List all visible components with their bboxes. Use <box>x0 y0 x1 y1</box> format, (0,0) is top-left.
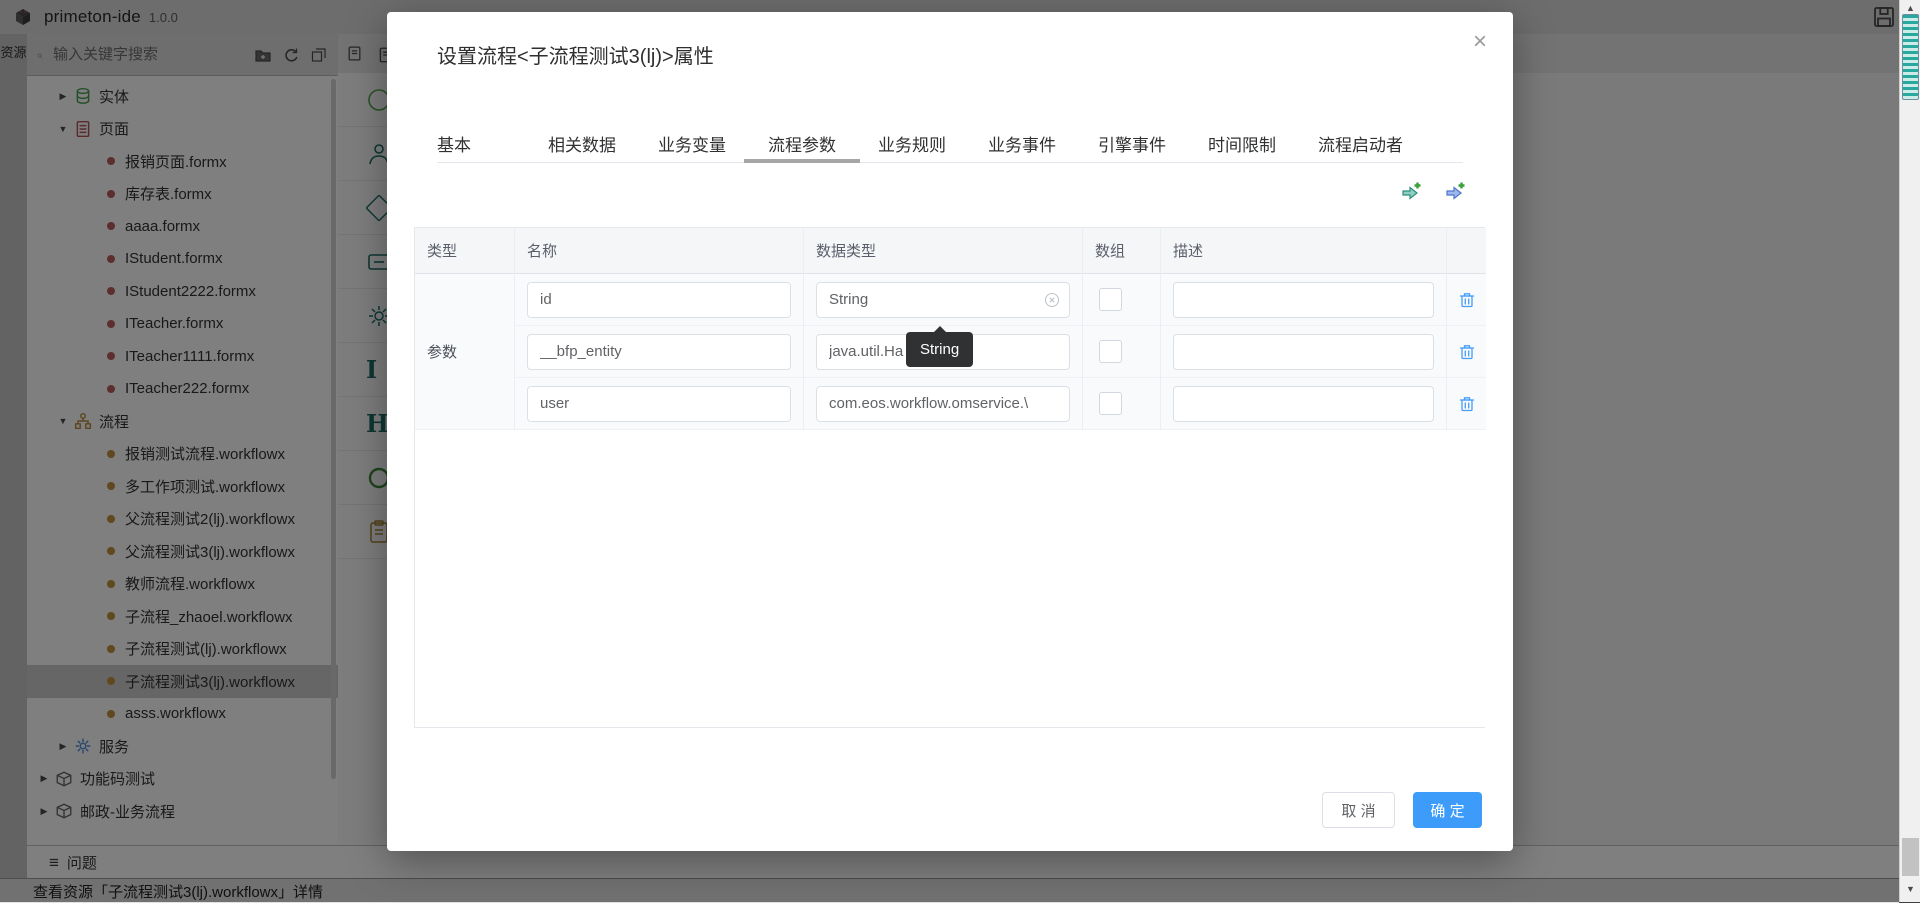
column-header: 类型 <box>415 228 515 274</box>
tooltip-text: String <box>920 341 959 358</box>
add-output-param-icon[interactable] <box>1444 182 1466 204</box>
table-empty-area <box>415 430 1486 727</box>
param-desc-input[interactable] <box>1173 334 1434 370</box>
array-checkbox[interactable] <box>1099 392 1122 415</box>
ok-button[interactable]: 确 定 <box>1413 792 1482 828</box>
array-checkbox[interactable] <box>1099 288 1122 311</box>
dialog-tab-7[interactable]: 引擎事件 <box>1098 124 1166 162</box>
properties-dialog: 设置流程<子流程测试3(lj)>属性 × 基本 相关数据 业务变量 流程参数 业务规则 业… <box>387 12 1513 851</box>
dialog-tab-2[interactable]: 相关数据 <box>548 124 616 162</box>
param-datatype-input[interactable] <box>816 282 1070 318</box>
param-desc-input[interactable] <box>1173 282 1434 318</box>
column-header: 名称 <box>515 228 804 274</box>
dialog-tab-8[interactable]: 时间限制 <box>1208 124 1276 162</box>
param-name-input[interactable] <box>527 282 791 318</box>
cancel-button[interactable]: 取 消 <box>1322 792 1395 828</box>
column-header: 数组 <box>1083 228 1161 274</box>
column-header <box>1447 228 1486 274</box>
scroll-down-icon[interactable]: ▼ <box>1900 884 1920 894</box>
dialog-tab-3[interactable]: 业务变量 <box>658 124 726 162</box>
dialog-tab-1[interactable]: 基本 <box>437 124 471 162</box>
clear-icon[interactable] <box>1044 292 1060 308</box>
array-checkbox[interactable] <box>1099 340 1122 363</box>
app-scrollbar[interactable]: ▲ ▼ <box>1899 0 1920 902</box>
params-table: 类型名称数据类型数组描述参数 <box>414 227 1485 728</box>
scroll-up-icon[interactable]: ▲ <box>1900 3 1920 13</box>
param-name-input[interactable] <box>527 386 791 422</box>
close-icon[interactable]: × <box>1473 30 1487 54</box>
delete-row-icon[interactable] <box>1458 395 1476 413</box>
dialog-tab-4[interactable]: 流程参数 <box>768 124 836 162</box>
column-header: 数据类型 <box>804 228 1083 274</box>
param-type-cell: 参数 <box>415 274 515 430</box>
dialog-tabs: 基本 相关数据 业务变量 流程参数 业务规则 业务事件 引擎事件 时间限制 流程启动者 <box>437 124 1463 163</box>
param-toolbar <box>1400 182 1466 204</box>
param-name-input[interactable] <box>527 334 791 370</box>
dialog-title: 设置流程<子流程测试3(lj)>属性 <box>437 40 714 69</box>
column-header: 描述 <box>1161 228 1447 274</box>
param-datatype-input[interactable] <box>816 386 1070 422</box>
delete-row-icon[interactable] <box>1458 291 1476 309</box>
dialog-tab-5[interactable]: 业务规则 <box>878 124 946 162</box>
dialog-tab-9[interactable]: 流程启动者 <box>1318 124 1403 162</box>
dialog-tab-6[interactable]: 业务事件 <box>988 124 1056 162</box>
add-input-param-icon[interactable] <box>1400 182 1422 204</box>
datatype-tooltip: String <box>906 332 973 367</box>
scrollbar-marker[interactable] <box>1902 14 1919 100</box>
param-desc-input[interactable] <box>1173 386 1434 422</box>
delete-row-icon[interactable] <box>1458 343 1476 361</box>
scrollbar-thumb[interactable] <box>1902 838 1919 876</box>
